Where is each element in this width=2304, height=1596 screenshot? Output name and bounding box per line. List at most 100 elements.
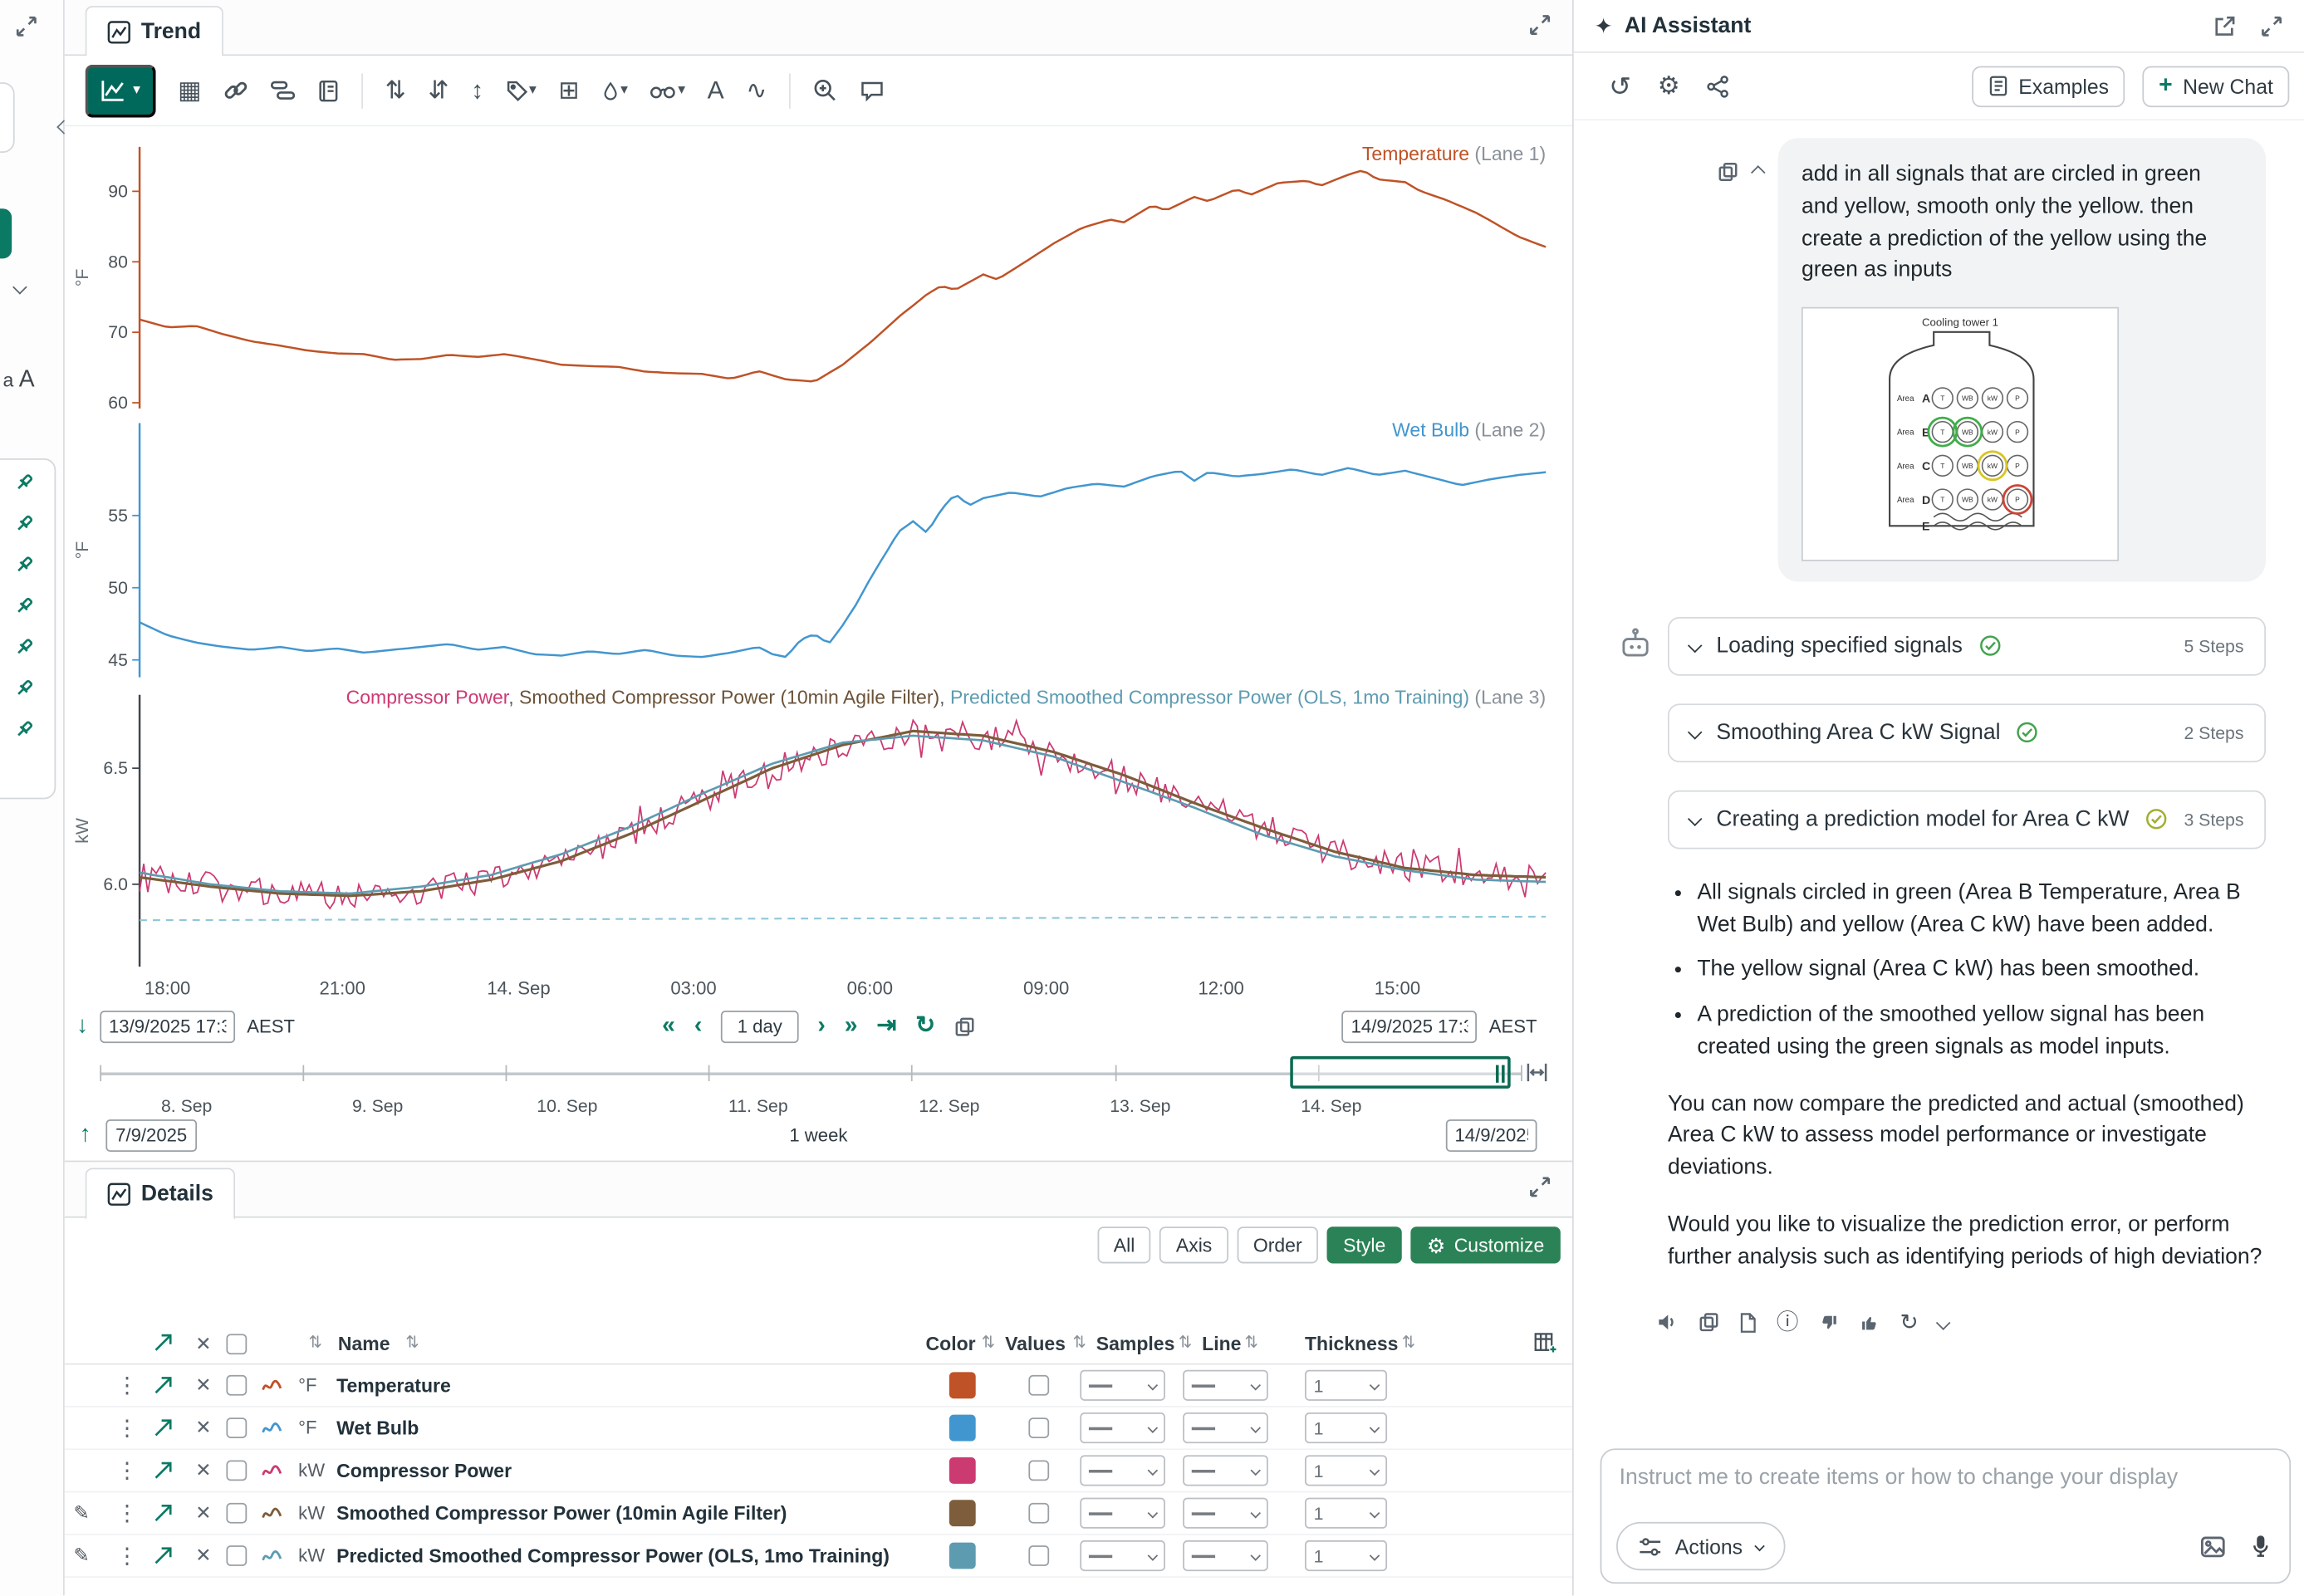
line-dropdown[interactable] [1183,1540,1268,1571]
pin-icon[interactable] [13,472,55,494]
samples-dropdown[interactable] [1080,1370,1165,1401]
color-swatch[interactable] [949,1457,976,1484]
autoscale-icon[interactable]: ↕ [471,78,483,103]
microphone-icon[interactable] [2250,1533,2272,1559]
pin-icon[interactable] [13,718,55,741]
chevron-down-icon[interactable] [1935,1315,1950,1330]
samples-display-icon[interactable]: ∿ [746,78,767,103]
history-icon[interactable]: ↺ [1609,73,1631,100]
step-forward-fast-icon[interactable]: » [845,1015,858,1038]
select-all-checkbox[interactable] [226,1334,247,1354]
copy-message-icon[interactable] [1718,162,1738,183]
sort-icon[interactable]: ⇅ [982,1333,995,1352]
signal-name[interactable]: Wet Bulb [336,1417,419,1439]
collapsed-active-item[interactable] [0,208,12,258]
tab-trend[interactable]: Trend [86,6,223,57]
sort-icon[interactable]: ⇅ [309,1333,322,1352]
sort-icon[interactable]: ⇅ [405,1333,419,1352]
column-header-name[interactable]: Name [338,1333,390,1355]
color-swatch[interactable] [949,1372,976,1398]
row-menu-icon[interactable]: ⋮ [116,1372,139,1398]
navigate-icon[interactable] [153,1417,174,1438]
sort-icon[interactable]: ⇅ [1402,1333,1415,1352]
remove-all-icon[interactable]: ✕ [195,1333,211,1356]
series-smoothed-compressor-power-10min-agile-filter-[interactable] [140,731,1546,895]
table-row[interactable]: ✎ ⋮ ✕ °F Wet Bulb 1 [65,1408,1572,1450]
navigate-icon[interactable] [153,1375,174,1396]
link-icon[interactable] [223,78,248,103]
actions-button[interactable]: Actions [1616,1522,1785,1570]
labels-icon[interactable]: A [708,78,724,103]
series-compressor-power[interactable] [140,720,1546,908]
zoom-icon[interactable] [812,78,837,103]
remove-icon[interactable]: ✕ [195,1501,211,1525]
font-size-control[interactable]: a A [3,367,35,394]
table-row[interactable]: ✎ ⋮ ✕ °F Temperature 1 [65,1365,1572,1408]
pencil-icon[interactable]: ✎ [73,1501,89,1525]
copy-icon[interactable] [1699,1312,1719,1333]
column-header-color[interactable]: Color [926,1333,976,1355]
expand-workbench-icon[interactable] [15,15,38,38]
samples-dropdown[interactable] [1080,1412,1165,1443]
step-to-end-icon[interactable]: ⇥ [877,1015,897,1038]
values-checkbox[interactable] [1028,1375,1049,1396]
collapse-message-icon[interactable] [1751,165,1766,180]
copy-range-icon[interactable] [954,1016,975,1037]
investigate-start-input[interactable] [105,1119,197,1152]
tab-details[interactable]: Details [86,1168,236,1219]
filter-axis-button[interactable]: Axis [1159,1226,1228,1263]
color-swatch[interactable] [949,1500,976,1526]
capsule-time-icon[interactable]: ▾ [650,80,686,100]
dimming-icon[interactable]: ▾ [601,79,628,102]
sort-icon[interactable]: ⇅ [1244,1333,1257,1352]
signal-name[interactable]: Compressor Power [336,1460,512,1482]
line-dropdown[interactable] [1183,1370,1268,1401]
investigate-range-slider[interactable] [65,1056,1572,1091]
line-dropdown[interactable] [1183,1498,1268,1529]
navigate-icon[interactable] [153,1545,174,1566]
display-end-input[interactable] [1342,1011,1478,1043]
regenerate-icon[interactable]: ↻ [1900,1311,1919,1334]
expand-investigate-range-icon[interactable]: ↑ [80,1124,91,1147]
values-checkbox[interactable] [1028,1545,1049,1566]
series-prediction-boundary[interactable] [140,917,1546,920]
chart-canvas[interactable]: 60708090°F455055°F6.06.5kW [65,140,1572,977]
step-forward-icon[interactable]: › [817,1015,825,1038]
attached-image[interactable]: Cooling tower 1AreaATWBkWPAreaBTWBkWPAre… [1802,307,2119,561]
navigate-all-icon[interactable] [153,1333,174,1354]
sort-icon[interactable]: ⇅ [1072,1333,1086,1352]
selected-range-window[interactable] [1290,1056,1510,1089]
step-card[interactable]: Creating a prediction model for Area C k… [1668,790,2266,849]
open-external-icon[interactable] [2213,14,2236,37]
thickness-dropdown[interactable]: 1 [1305,1540,1387,1571]
step-back-fast-icon[interactable]: « [662,1015,675,1038]
color-swatch[interactable] [949,1415,976,1442]
info-icon[interactable]: ⓘ [1777,1311,1799,1334]
step-card[interactable]: Smoothing Area C kW Signal 2 Steps [1668,703,2266,762]
column-header-samples[interactable]: Samples [1096,1333,1175,1355]
expand-details-icon[interactable] [1528,1175,1552,1198]
column-header-line[interactable]: Line [1202,1333,1241,1355]
signal-compare-icon[interactable]: ⇅ [385,78,406,103]
shift-range-icon[interactable]: ↓ [76,1015,88,1038]
sort-icon[interactable]: ⇅ [1179,1333,1192,1352]
signal-name[interactable]: Predicted Smoothed Compressor Power (OLS… [336,1545,890,1567]
row-checkbox[interactable] [226,1545,247,1566]
samples-dropdown[interactable] [1080,1540,1165,1571]
step-back-icon[interactable]: ‹ [694,1015,702,1038]
series-predicted-smoothed-compressor-power-ols-1mo-training-[interactable] [140,736,1546,893]
thickness-dropdown[interactable]: 1 [1305,1412,1387,1443]
column-header-values[interactable]: Values [1005,1333,1066,1355]
remove-icon[interactable]: ✕ [195,1416,211,1439]
pin-icon[interactable] [13,636,55,658]
table-row[interactable]: ✎ ⋮ ✕ kW Smoothed Compressor Power (10mi… [65,1492,1572,1535]
samples-dropdown[interactable] [1080,1498,1165,1529]
row-checkbox[interactable] [226,1503,247,1524]
read-aloud-icon[interactable] [1656,1311,1679,1334]
chat-area[interactable]: add in all signals that are circled in g… [1574,120,2304,1448]
gear-icon[interactable]: ⚙ [1658,73,1680,98]
share-icon[interactable] [1707,74,1730,97]
row-checkbox[interactable] [226,1417,247,1438]
table-view-icon[interactable]: ▦ [178,78,201,103]
condition-compare-icon[interactable]: ⇵ [428,78,449,103]
